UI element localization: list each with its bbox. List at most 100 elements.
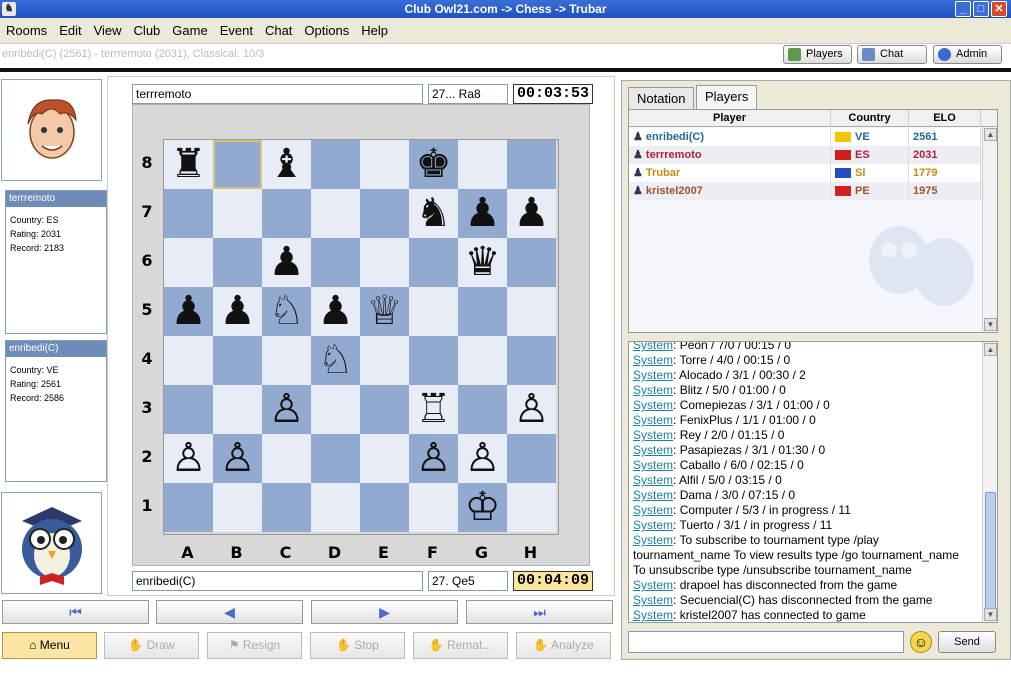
piece-g1[interactable]: ♔ bbox=[465, 484, 501, 530]
square-e8[interactable] bbox=[360, 140, 409, 189]
tab-notation[interactable]: Notation bbox=[628, 87, 695, 109]
menu-help[interactable]: Help bbox=[355, 18, 394, 44]
square-f8[interactable]: ♚ bbox=[409, 140, 458, 189]
piece-f8[interactable]: ♚ bbox=[416, 141, 452, 187]
players-scrollbar[interactable]: ▲ ▼ bbox=[982, 127, 997, 332]
players-button[interactable]: Players bbox=[783, 45, 852, 64]
system-link[interactable]: System bbox=[633, 342, 673, 352]
piece-e5[interactable]: ♕ bbox=[367, 288, 403, 334]
close-icon[interactable]: ✕ bbox=[991, 1, 1007, 17]
piece-c6[interactable]: ♟ bbox=[269, 239, 305, 285]
square-h4[interactable] bbox=[507, 336, 556, 385]
menu-edit[interactable]: Edit bbox=[53, 18, 87, 44]
tab-players[interactable]: Players bbox=[696, 85, 758, 109]
square-a3[interactable] bbox=[164, 385, 213, 434]
analyze-button[interactable]: ✋ Analyze bbox=[516, 632, 611, 659]
piece-h3[interactable]: ♙ bbox=[514, 386, 550, 432]
first-move-button[interactable]: ⏮ bbox=[2, 600, 149, 624]
piece-f3[interactable]: ♖ bbox=[416, 386, 452, 432]
square-d7[interactable] bbox=[311, 189, 360, 238]
square-h2[interactable] bbox=[507, 434, 556, 483]
square-c5[interactable]: ♘ bbox=[262, 287, 311, 336]
chat-scrollbar[interactable]: ▲ ▼ bbox=[982, 342, 997, 622]
square-a1[interactable] bbox=[164, 483, 213, 532]
player-row[interactable]: ♟ kristel2007 PE 1975 bbox=[629, 182, 981, 200]
system-link[interactable]: System bbox=[633, 383, 673, 397]
system-link[interactable]: System bbox=[633, 353, 673, 367]
smiley-icon[interactable]: ☺ bbox=[910, 631, 932, 653]
chess-board[interactable]: ♜ ♝ ♚ ♞ ♟ ♟ ♟ ♛ ♟ ♟ ♘ ♟ ♕ ♘ ♙ ♖ ♙ ♙ ♙ ♙ ♙ ♔ bbox=[163, 139, 559, 535]
square-c3[interactable]: ♙ bbox=[262, 385, 311, 434]
admin-button[interactable]: Admin bbox=[933, 45, 1002, 64]
square-d3[interactable] bbox=[311, 385, 360, 434]
piece-f2[interactable]: ♙ bbox=[416, 435, 452, 481]
system-link[interactable]: System bbox=[633, 593, 673, 607]
square-f6[interactable] bbox=[409, 238, 458, 287]
system-link[interactable]: System bbox=[633, 503, 673, 517]
chat-button[interactable]: Chat bbox=[857, 45, 927, 64]
square-h8[interactable] bbox=[507, 140, 556, 189]
prev-move-button[interactable]: ◀ bbox=[156, 600, 303, 624]
piece-h7[interactable]: ♟ bbox=[514, 190, 550, 236]
draw-button[interactable]: ✋ Draw bbox=[104, 632, 199, 659]
square-h7[interactable]: ♟ bbox=[507, 189, 556, 238]
square-f7[interactable]: ♞ bbox=[409, 189, 458, 238]
square-h1[interactable] bbox=[507, 483, 556, 532]
player-row[interactable]: ♟ terrremoto ES 2031 bbox=[629, 146, 981, 164]
square-c6[interactable]: ♟ bbox=[262, 238, 311, 287]
piece-b5[interactable]: ♟ bbox=[220, 288, 256, 334]
square-f2[interactable]: ♙ bbox=[409, 434, 458, 483]
square-c4[interactable] bbox=[262, 336, 311, 385]
stop-button[interactable]: ✋ Stop bbox=[310, 632, 405, 659]
square-b8[interactable] bbox=[213, 140, 262, 189]
system-link[interactable]: System bbox=[633, 473, 673, 487]
next-move-button[interactable]: ▶ bbox=[311, 600, 458, 624]
system-link[interactable]: System bbox=[633, 578, 673, 592]
square-a2[interactable]: ♙ bbox=[164, 434, 213, 483]
piece-c5[interactable]: ♘ bbox=[269, 288, 305, 334]
square-g4[interactable] bbox=[458, 336, 507, 385]
col-player[interactable]: Player bbox=[629, 110, 831, 127]
send-button[interactable]: Send bbox=[938, 631, 996, 653]
square-g2[interactable]: ♙ bbox=[458, 434, 507, 483]
square-d6[interactable] bbox=[311, 238, 360, 287]
system-link[interactable]: System bbox=[633, 458, 673, 472]
square-f5[interactable] bbox=[409, 287, 458, 336]
square-d5[interactable]: ♟ bbox=[311, 287, 360, 336]
square-e5[interactable]: ♕ bbox=[360, 287, 409, 336]
player-row[interactable]: ♟ Trubar SI 1779 bbox=[629, 164, 981, 182]
square-a5[interactable]: ♟ bbox=[164, 287, 213, 336]
square-b5[interactable]: ♟ bbox=[213, 287, 262, 336]
system-link[interactable]: System bbox=[633, 398, 673, 412]
square-h5[interactable] bbox=[507, 287, 556, 336]
square-c1[interactable] bbox=[262, 483, 311, 532]
square-g3[interactable] bbox=[458, 385, 507, 434]
system-link[interactable]: System bbox=[633, 488, 673, 502]
menu-rooms[interactable]: Rooms bbox=[0, 18, 53, 44]
piece-d5[interactable]: ♟ bbox=[318, 288, 354, 334]
system-link[interactable]: System bbox=[633, 413, 673, 427]
square-d1[interactable] bbox=[311, 483, 360, 532]
menu-view[interactable]: View bbox=[88, 18, 128, 44]
square-c7[interactable] bbox=[262, 189, 311, 238]
resign-button[interactable]: ⚑ Resign bbox=[207, 632, 302, 659]
square-f1[interactable] bbox=[409, 483, 458, 532]
chat-scroll-thumb[interactable] bbox=[985, 492, 996, 610]
square-g7[interactable]: ♟ bbox=[458, 189, 507, 238]
col-elo[interactable]: ELO bbox=[909, 110, 981, 127]
square-a4[interactable] bbox=[164, 336, 213, 385]
piece-b2[interactable]: ♙ bbox=[220, 435, 256, 481]
square-e3[interactable] bbox=[360, 385, 409, 434]
square-b3[interactable] bbox=[213, 385, 262, 434]
square-b4[interactable] bbox=[213, 336, 262, 385]
square-h6[interactable] bbox=[507, 238, 556, 287]
square-g6[interactable]: ♛ bbox=[458, 238, 507, 287]
chat-input[interactable] bbox=[628, 631, 904, 653]
square-b7[interactable] bbox=[213, 189, 262, 238]
square-f3[interactable]: ♖ bbox=[409, 385, 458, 434]
piece-a8[interactable]: ♜ bbox=[171, 141, 207, 187]
system-link[interactable]: System bbox=[633, 533, 673, 547]
rematch-button[interactable]: ✋ Remat... bbox=[413, 632, 508, 659]
piece-g2[interactable]: ♙ bbox=[465, 435, 501, 481]
square-g1[interactable]: ♔ bbox=[458, 483, 507, 532]
